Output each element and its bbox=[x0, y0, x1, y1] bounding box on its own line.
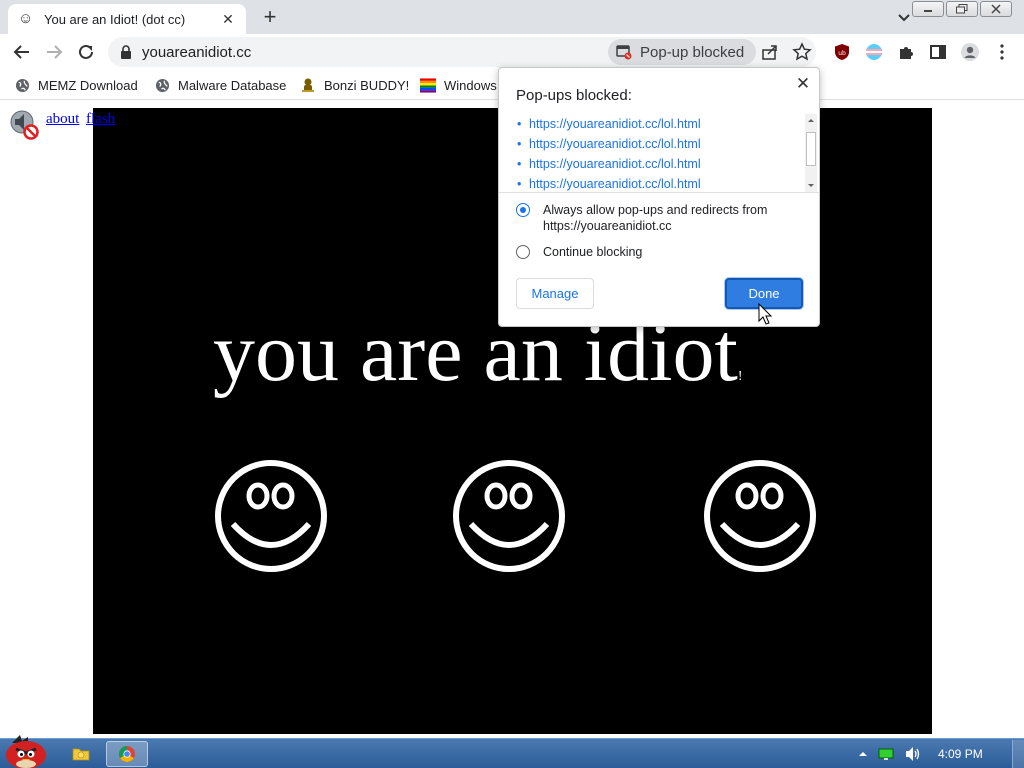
mouse-pointer-icon bbox=[758, 303, 773, 325]
bookmark-label: Bonzi BUDDY! bbox=[324, 77, 410, 93]
taskbar-clock[interactable]: 4:09 PM bbox=[938, 747, 983, 761]
restore-icon bbox=[956, 4, 968, 14]
arrow-left-icon bbox=[13, 45, 29, 59]
blocked-popup-link[interactable]: https://youareanidiot.cc/lol.html bbox=[517, 137, 701, 151]
profile-avatar-icon bbox=[961, 43, 979, 61]
extensions-button[interactable] bbox=[896, 42, 916, 62]
new-tab-button[interactable]: + bbox=[258, 6, 282, 30]
bookmark-memz-download[interactable]: MEMZ Download bbox=[14, 76, 138, 94]
side-panel-icon bbox=[930, 45, 946, 59]
bookmark-malware-database[interactable]: Malware Database bbox=[154, 76, 286, 94]
restore-button[interactable] bbox=[946, 1, 978, 17]
ublock-icon: ub bbox=[835, 44, 849, 60]
tab-active[interactable]: ☺ You are an Idiot! (dot cc) ✕ bbox=[8, 4, 246, 34]
dialog-close-icon[interactable]: ✕ bbox=[793, 74, 813, 94]
reload-button[interactable] bbox=[74, 40, 98, 64]
dialog-divider bbox=[499, 192, 819, 193]
show-desktop-button[interactable] bbox=[1012, 740, 1024, 768]
smiley-face-icon bbox=[704, 460, 816, 572]
globe-icon bbox=[154, 77, 170, 93]
svg-text:ub: ub bbox=[838, 50, 846, 57]
taskbar-chrome-button[interactable] bbox=[106, 741, 148, 767]
window-controls bbox=[912, 1, 1012, 17]
chrome-icon bbox=[119, 746, 135, 762]
side-panel-button[interactable] bbox=[928, 42, 948, 62]
popup-blocked-icon bbox=[616, 45, 632, 60]
bookmark-windows[interactable]: Windows bbox=[420, 76, 497, 94]
folder-icon bbox=[72, 748, 90, 761]
tray-expand-icon[interactable] bbox=[858, 749, 868, 759]
browser-menu-button[interactable] bbox=[992, 42, 1012, 62]
dialog-title: Pop-ups blocked: bbox=[516, 87, 632, 104]
url-text[interactable]: youareanidiot.cc bbox=[142, 44, 251, 61]
volume-icon[interactable] bbox=[904, 746, 922, 762]
windows-flag-icon bbox=[420, 77, 436, 93]
more-vertical-icon bbox=[1000, 44, 1004, 60]
close-window-icon bbox=[991, 4, 1001, 14]
blocked-popup-link[interactable]: https://youareanidiot.cc/lol.html bbox=[517, 157, 701, 171]
taskbar-explorer-button[interactable] bbox=[68, 741, 94, 767]
allow-popups-label-line1: Always allow pop-ups and redirects from bbox=[543, 203, 768, 217]
allow-popups-label[interactable]: Always allow pop-ups and redirects from … bbox=[543, 202, 767, 234]
smiley-favicon-icon: ☺ bbox=[18, 10, 34, 27]
puzzle-piece-icon bbox=[900, 47, 913, 59]
tab-search-chevron-down-icon[interactable] bbox=[894, 8, 914, 28]
reload-icon bbox=[79, 44, 93, 59]
share-icon[interactable] bbox=[760, 42, 780, 62]
minimize-button[interactable] bbox=[912, 1, 944, 17]
scroll-up-icon[interactable] bbox=[805, 115, 817, 125]
scroll-thumb[interactable] bbox=[806, 132, 816, 166]
no-sound-icon bbox=[10, 110, 39, 140]
bookmark-star-icon[interactable] bbox=[792, 42, 812, 62]
tab-strip: ☺ You are an Idiot! (dot cc) ✕ + bbox=[0, 0, 1024, 34]
smiley-face-icon bbox=[453, 460, 565, 572]
popup-blocked-chip[interactable]: Pop-up blocked bbox=[608, 39, 756, 65]
angry-bird-start-icon[interactable] bbox=[2, 731, 50, 768]
continue-blocking-radio[interactable] bbox=[516, 245, 530, 259]
flash-link[interactable]: flash bbox=[86, 111, 115, 128]
continue-blocking-label[interactable]: Continue blocking bbox=[543, 244, 642, 260]
blocked-popup-link[interactable]: https://youareanidiot.cc/lol.html bbox=[517, 117, 701, 131]
address-bar[interactable]: youareanidiot.cc Pop-up blocked bbox=[108, 37, 816, 67]
bookmark-label: Windows bbox=[444, 77, 497, 93]
forward-button[interactable] bbox=[42, 40, 66, 64]
tab-title: You are an Idiot! (dot cc) bbox=[44, 11, 186, 27]
manage-button[interactable]: Manage bbox=[516, 278, 594, 309]
close-tab-icon[interactable]: ✕ bbox=[220, 11, 236, 28]
ublock-extension-button[interactable]: ub bbox=[832, 42, 852, 62]
trans-flag-icon bbox=[866, 44, 882, 60]
extension-flag-button[interactable] bbox=[864, 42, 884, 62]
popups-blocked-dialog: Pop-ups blocked: ✕ https://youareanidiot… bbox=[498, 67, 820, 327]
blocked-popup-link[interactable]: https://youareanidiot.cc/lol.html bbox=[517, 177, 701, 191]
smiley-face-icon bbox=[215, 460, 327, 572]
list-scrollbar[interactable] bbox=[805, 114, 817, 192]
bookmark-label: Malware Database bbox=[178, 77, 287, 93]
network-icon[interactable] bbox=[878, 747, 894, 761]
back-button[interactable] bbox=[10, 40, 34, 64]
allow-popups-label-line2: https://youareanidiot.cc bbox=[543, 219, 672, 233]
allow-popups-radio[interactable] bbox=[516, 203, 530, 217]
scroll-down-icon[interactable] bbox=[805, 181, 817, 191]
minimize-icon bbox=[924, 10, 932, 12]
blocked-popups-list: https://youareanidiot.cc/lol.html https:… bbox=[499, 114, 819, 192]
popup-chip-label: Pop-up blocked bbox=[640, 43, 745, 61]
idiot-headline-suffix: ! bbox=[737, 369, 743, 384]
globe-icon bbox=[14, 77, 30, 93]
profile-button[interactable] bbox=[960, 42, 980, 62]
about-link[interactable]: about bbox=[46, 111, 79, 128]
taskbar: 4:09 PM bbox=[0, 735, 1024, 768]
bookmark-bonzi-buddy[interactable]: Bonzi BUDDY! bbox=[300, 76, 409, 94]
close-window-button[interactable] bbox=[980, 1, 1012, 17]
arrow-right-icon bbox=[47, 45, 63, 59]
bookmark-label: MEMZ Download bbox=[38, 77, 138, 93]
system-tray bbox=[858, 746, 922, 762]
lock-icon[interactable] bbox=[120, 45, 132, 59]
browser-toolbar: youareanidiot.cc Pop-up blocked ub bbox=[0, 34, 1024, 70]
bonzi-icon bbox=[300, 77, 316, 93]
